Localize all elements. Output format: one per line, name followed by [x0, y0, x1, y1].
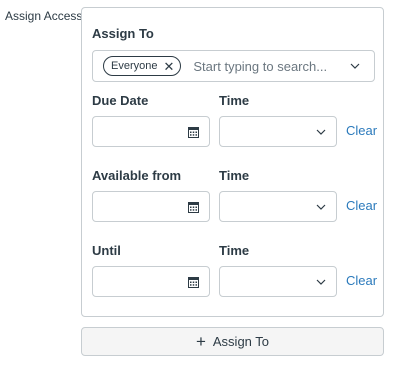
available-from-time-label: Time	[219, 168, 250, 183]
assign-to-combobox[interactable]: Everyone ✕ Start typing to search...	[92, 50, 375, 82]
until-label: Until	[92, 243, 121, 258]
clear-until-link[interactable]: Clear	[346, 273, 377, 288]
x-icon[interactable]: ✕	[163, 60, 174, 73]
clear-due-date-link[interactable]: Clear	[346, 123, 377, 138]
chevron-down-icon[interactable]	[350, 61, 360, 71]
assign-access-panel: Assign Access Assign To Everyone ✕ Start…	[0, 0, 399, 370]
assignee-chip[interactable]: Everyone ✕	[103, 56, 182, 76]
chevron-down-icon	[316, 279, 326, 285]
plus-icon: +	[195, 332, 206, 351]
calendar-icon[interactable]	[188, 276, 199, 288]
available-from-date-input[interactable]	[92, 191, 210, 222]
add-assign-to-label: Assign To	[212, 334, 270, 349]
clear-available-from-link[interactable]: Clear	[346, 198, 377, 213]
until-date-input[interactable]	[92, 266, 210, 297]
chevron-down-icon	[316, 204, 326, 210]
chevron-down-icon	[316, 129, 326, 135]
assign-to-title: Assign To	[92, 26, 154, 41]
assignee-chip-label: Everyone	[111, 60, 158, 72]
calendar-icon[interactable]	[188, 126, 199, 138]
available-from-label: Available from	[92, 168, 182, 183]
assign-card: Assign To Everyone ✕ Start typing to sea…	[81, 7, 384, 317]
calendar-icon[interactable]	[188, 201, 199, 213]
due-time-select[interactable]	[219, 116, 337, 147]
assign-search-input[interactable]: Start typing to search...	[193, 59, 350, 74]
add-assign-to-button[interactable]: + Assign To	[81, 327, 384, 356]
available-from-time-select[interactable]	[219, 191, 337, 222]
due-time-label: Time	[219, 93, 250, 108]
until-time-select[interactable]	[219, 266, 337, 297]
due-date-label: Due Date	[92, 93, 149, 108]
section-label: Assign Access	[5, 9, 83, 23]
until-time-label: Time	[219, 243, 250, 258]
due-date-input[interactable]	[92, 116, 210, 147]
